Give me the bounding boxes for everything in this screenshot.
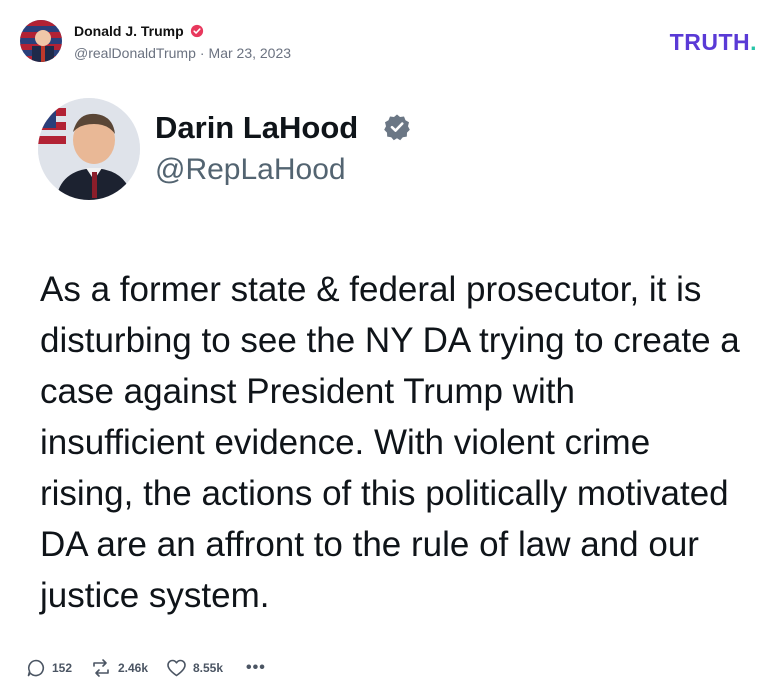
verified-badge-icon [384, 114, 410, 141]
like-button[interactable]: 8.55k [166, 657, 223, 679]
author-meta: @realDonaldTrump · Mar 23, 2023 [74, 45, 291, 61]
reply-button[interactable]: 152 [26, 657, 72, 679]
author-avatar[interactable] [20, 20, 62, 62]
like-count: 8.55k [193, 661, 224, 675]
post-date[interactable]: Mar 23, 2023 [209, 45, 292, 61]
reply-count: 152 [52, 661, 73, 675]
retruth-button[interactable]: 2.46k [90, 657, 148, 679]
heart-icon [167, 659, 186, 677]
post-actions: 152 2.46k 8.55k ••• [26, 657, 386, 679]
quoted-avatar [38, 98, 140, 200]
quoted-post-image[interactable]: Darin LaHood @RepLaHood As a former stat… [38, 98, 740, 615]
meta-separator: · [199, 45, 205, 61]
author-handle[interactable]: @realDonaldTrump [74, 45, 196, 61]
verified-badge-icon [190, 24, 204, 38]
post-header: Donald J. Trump @realDonaldTrump · Mar 23,… [20, 20, 757, 64]
retruth-icon [93, 659, 109, 677]
author-name[interactable]: Donald J. Trump [74, 23, 184, 39]
retruth-count: 2.46k [118, 661, 149, 675]
truth-social-logo[interactable]: TRUTH. [670, 29, 757, 56]
comment-icon [27, 659, 45, 677]
quoted-text: As a former state & federal prosecutor, … [40, 270, 740, 615]
truth-logo-text: TRUTH [669, 29, 751, 55]
quoted-name: Darin LaHood [155, 110, 359, 145]
quoted-handle: @RepLaHood [155, 153, 346, 186]
truth-logo-period: . [750, 29, 757, 55]
more-options-button[interactable]: ••• [246, 659, 266, 677]
